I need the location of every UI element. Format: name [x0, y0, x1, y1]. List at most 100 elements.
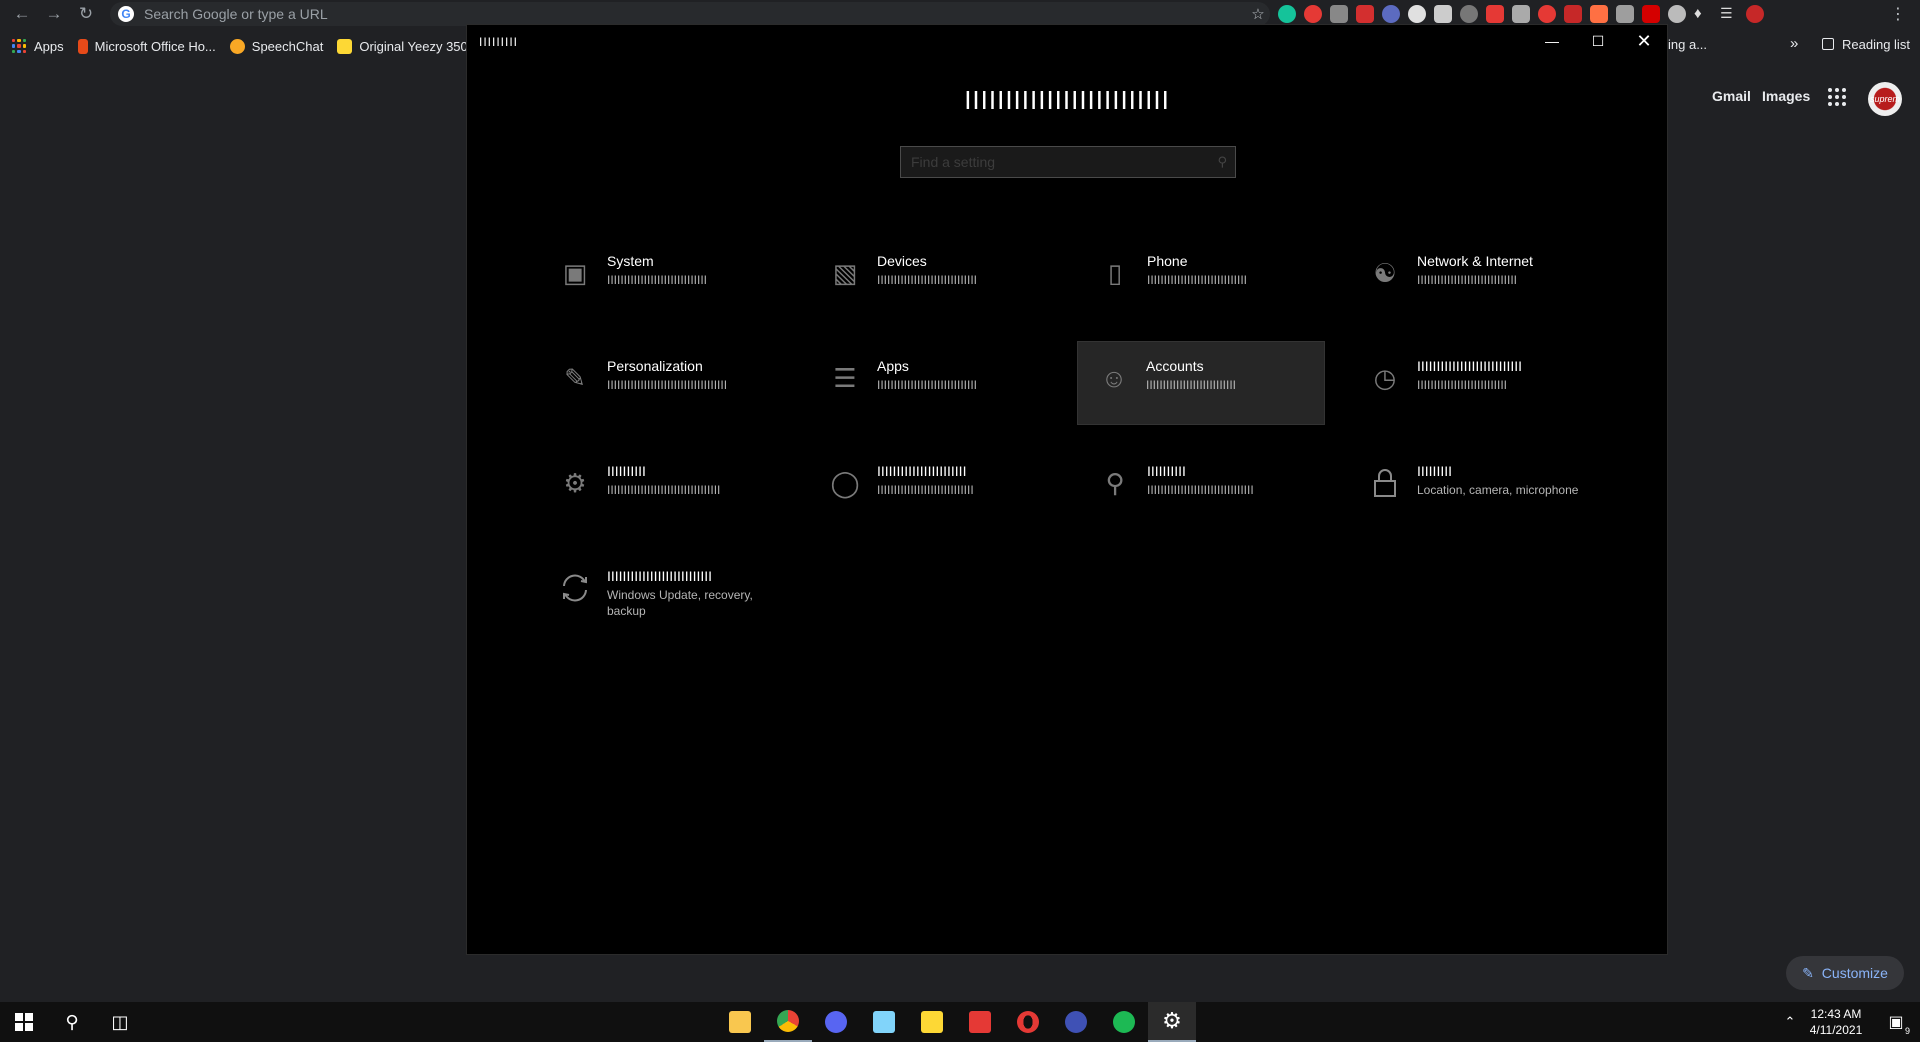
discord-icon[interactable] — [812, 1002, 860, 1042]
tile-network[interactable]: ☯ Network & Internet IIIIIIIIIIIIIIIIIIII… — [1357, 245, 1605, 329]
search-icon[interactable]: ⚲ — [1217, 154, 1227, 170]
reading-list-icon — [1822, 38, 1834, 50]
bookmark-label: Microsoft Office Ho... — [94, 38, 216, 54]
extension-icon[interactable] — [1616, 5, 1634, 23]
reading-list-label: Reading list — [1842, 37, 1910, 52]
bookmark-office[interactable]: Microsoft Office Ho... — [77, 38, 216, 54]
reload-icon[interactable]: ↻ — [70, 0, 102, 28]
media-control-icon[interactable]: ☰ — [1720, 5, 1738, 23]
bookmark-overflow-icon[interactable]: » — [1790, 35, 1798, 52]
omnibox-placeholder: Search Google or type a URL — [144, 6, 328, 22]
extension-icon[interactable] — [1564, 5, 1582, 23]
close-icon[interactable]: ✕ — [1621, 25, 1667, 57]
minimize-icon[interactable]: — — [1529, 25, 1575, 57]
tile-system[interactable]: ▣ System IIIIIIIIIIIIIIIIIIIIIIIIIIIIII — [547, 245, 795, 329]
gmail-link[interactable]: Gmail — [1712, 88, 1751, 104]
avatar[interactable]: suprem — [1868, 82, 1902, 116]
extension-icon[interactable] — [1642, 5, 1660, 23]
extension-icon[interactable] — [1382, 5, 1400, 23]
tile-desc: IIIIIIIIIIIIIIIIIIIIIIIIIIIIIIII — [1147, 483, 1254, 497]
back-icon[interactable]: ← — [6, 0, 38, 28]
search-input[interactable] — [911, 154, 1201, 170]
tile-desc: IIIIIIIIIIIIIIIIIIIIIIIIIII — [1417, 378, 1508, 392]
tile-desc: IIIIIIIIIIIIIIIIIIIIIIIIIIIIII — [1147, 273, 1248, 287]
tile-privacy[interactable]: IIIIIIIII Location, camera, microphone — [1357, 455, 1605, 539]
profile-icon[interactable] — [1746, 5, 1764, 23]
opera-icon[interactable] — [1004, 1002, 1052, 1042]
file-explorer-icon[interactable] — [716, 1002, 764, 1042]
tile-name: IIIIIIIII — [1417, 463, 1453, 479]
extension-icon[interactable] — [1460, 5, 1478, 23]
notifications-icon[interactable]: ▣ 9 — [1872, 1002, 1920, 1042]
app-settings-gear-icon[interactable] — [1052, 1002, 1100, 1042]
tile-name: Network & Internet — [1417, 253, 1533, 269]
tile-time-language[interactable]: ◷ IIIIIIIIIIIIIIIIIIIIIIIIIII IIIIIIIIIII… — [1357, 350, 1605, 434]
tile-search[interactable]: ⚲ IIIIIIIIII IIIIIIIIIIIIIIIIIIIIIIIIIIII… — [1087, 455, 1335, 539]
extension-icon[interactable] — [1538, 5, 1556, 23]
tile-phone[interactable]: ▯ Phone IIIIIIIIIIIIIIIIIIIIIIIIIIIIII — [1087, 245, 1335, 329]
images-link[interactable]: Images — [1762, 88, 1810, 104]
tile-name: System — [607, 253, 654, 269]
google-apps-icon[interactable] — [1828, 88, 1846, 106]
maximize-icon[interactable]: ☐ — [1575, 25, 1621, 57]
grammarly-extension-icon[interactable] — [1278, 5, 1296, 23]
extension-icon[interactable] — [1434, 5, 1452, 23]
chrome-icon[interactable] — [764, 1002, 812, 1042]
roblox-icon[interactable] — [956, 1002, 1004, 1042]
reading-list-button[interactable]: Reading list — [1822, 37, 1910, 52]
tile-apps[interactable]: ☰ Apps IIIIIIIIIIIIIIIIIIIIIIIIIIIIII — [817, 350, 1065, 434]
extension-icon[interactable] — [1330, 5, 1348, 23]
extension-icon[interactable] — [1356, 5, 1374, 23]
tile-desc: IIIIIIIIIIIIIIIIIIIIIIIIIIIIII — [1417, 273, 1518, 287]
extension-icon[interactable] — [1668, 5, 1686, 23]
task-view-icon[interactable]: ◫ — [96, 1002, 144, 1042]
chevron-up-icon[interactable]: ⌃ — [1766, 1002, 1814, 1042]
tile-personalization[interactable]: ✎ Personalization IIIIIIIIIIIIIIIIIIIIIII… — [547, 350, 795, 434]
tile-desc: IIIIIIIIIIIIIIIIIIIIIIIIIIIIII — [877, 273, 978, 287]
monitor-icon: ▣ — [562, 257, 588, 288]
update-icon — [557, 570, 593, 606]
kebab-menu-icon[interactable]: ⋮ — [1890, 4, 1906, 24]
tile-name: IIIIIIIIIIIIIIIIIIIIIIIIIII — [607, 568, 713, 584]
tile-update-security[interactable]: IIIIIIIIIIIIIIIIIIIIIIIIIII Windows Updat… — [547, 560, 795, 644]
customize-button[interactable]: ✎ Customize — [1786, 956, 1904, 990]
bookmark-partial[interactable]: ing a... — [1668, 37, 1707, 52]
yeezy-icon — [337, 38, 353, 54]
tile-gaming[interactable]: ⚙ IIIIIIIIII IIIIIIIIIIIIIIIIIIIIIIIIIIII… — [547, 455, 795, 539]
adblock-extension-icon[interactable] — [1304, 5, 1322, 23]
omnibox[interactable]: G Search Google or type a URL ☆ — [110, 2, 1270, 26]
extension-icon[interactable] — [1408, 5, 1426, 23]
bookmark-star-icon[interactable]: ☆ — [1246, 2, 1270, 26]
apps-list-icon: ☰ — [833, 362, 857, 393]
tile-devices[interactable]: ▧ Devices IIIIIIIIIIIIIIIIIIIIIIIIIIIIII — [817, 245, 1065, 329]
puzzle-icon[interactable]: ♦ — [1694, 5, 1712, 23]
folder-app-icon[interactable] — [908, 1002, 956, 1042]
extension-icon[interactable] — [1590, 5, 1608, 23]
devices-icon: ▧ — [832, 257, 858, 288]
office-icon — [77, 38, 88, 54]
taskbar: ⚲ ◫ ⚙ ⌃ 12:43 AM 4/11/2021 ▣ 9 — [0, 1002, 1920, 1042]
bookmark-speechchat[interactable]: SpeechChat — [229, 38, 323, 54]
tile-name: Accounts — [1146, 358, 1204, 374]
tile-ease-of-access[interactable]: ◯ IIIIIIIIIIIIIIIIIIIIIII IIIIIIIIIIIIIII… — [817, 455, 1065, 539]
bookmark-yeezy[interactable]: Original Yeezy 350... — [337, 38, 479, 54]
extension-icon[interactable] — [1512, 5, 1530, 23]
tile-name: IIIIIIIIIIIIIIIIIIIIIIIIIII — [1417, 358, 1523, 374]
search-icon[interactable]: ⚲ — [48, 1002, 96, 1042]
search-box[interactable]: ⚲ — [900, 146, 1236, 178]
notes-app-icon[interactable] — [860, 1002, 908, 1042]
windows-start-icon[interactable] — [0, 1002, 48, 1042]
spotify-icon[interactable] — [1100, 1002, 1148, 1042]
bookmark-apps[interactable]: Apps — [12, 39, 64, 54]
forward-icon[interactable]: → — [38, 0, 70, 28]
settings-gear-icon[interactable]: ⚙ — [1148, 1002, 1196, 1042]
bookmark-label: Original Yeezy 350... — [359, 38, 479, 54]
date-text: 4/11/2021 — [1809, 1023, 1863, 1037]
pencil-icon: ✎ — [1802, 964, 1814, 981]
globe-icon: ☯ — [1373, 257, 1397, 288]
tile-accounts[interactable]: ☺ Accounts IIIIIIIIIIIIIIIIIIIIIIIIIII — [1077, 341, 1325, 425]
extension-icon[interactable] — [1486, 5, 1504, 23]
clock[interactable]: 12:43 AM 4/11/2021 — [1808, 1006, 1864, 1038]
time-text: 12:43 AM — [1810, 1007, 1862, 1021]
tile-name: Apps — [877, 358, 909, 374]
